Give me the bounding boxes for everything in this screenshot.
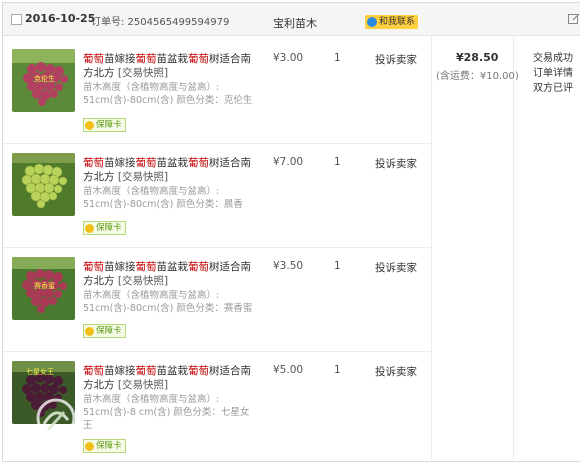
order-item: 赛香蜜 葡萄苗嫁接葡萄苗盆栽葡萄树适合南方北方 [交易快照] 苗木高度（含植物高… xyxy=(3,247,431,351)
review-status: 双方已评 xyxy=(533,83,573,94)
quantity: 1 xyxy=(334,260,341,272)
product-title-link[interactable]: 葡萄苗嫁接葡萄苗盆栽葡萄树适合南方北方 [交易快照] xyxy=(83,364,255,392)
column-divider xyxy=(513,35,514,463)
order-header: 2016-10-25 订单号: 2504565499594979 宝利苗木 和我… xyxy=(3,3,580,36)
product-title-link[interactable]: 葡萄苗嫁接葡萄苗盆栽葡萄树适合南方北方 [交易快照] xyxy=(83,52,255,80)
snapshot-link[interactable]: [交易快照] xyxy=(118,171,168,183)
quantity: 1 xyxy=(334,52,341,64)
product-attributes: 苗木高度（含植物高度与盆高）: 51cm(含)-80cm(含) 颜色分类：赛香蜜 xyxy=(83,290,253,314)
unit-price: ¥7.00 xyxy=(273,156,304,168)
product-attributes: 苗木高度（含植物高度与盆高）: 51cm(含)-80cm(含) 颜色分类：克伦生 xyxy=(83,82,253,106)
order-item: 克伦生 葡萄苗嫁接葡萄苗盆栽葡萄树适合南方北方 [交易快照] 苗木高度（含植物高… xyxy=(3,39,431,143)
thumbnail-caption: 赛香蜜 xyxy=(34,281,55,290)
product-thumbnail[interactable]: 克伦生 xyxy=(12,49,75,112)
column-divider xyxy=(431,35,432,463)
guarantee-badge[interactable]: 保障卡 xyxy=(83,221,126,235)
order-total: ¥28.50 xyxy=(456,51,499,64)
order-card: 2016-10-25 订单号: 2504565499594979 宝利苗木 和我… xyxy=(2,2,580,463)
guarantee-badge[interactable]: 保障卡 xyxy=(83,439,126,453)
complain-seller-link[interactable]: 投诉卖家 xyxy=(375,52,417,67)
order-status: 交易成功 订单详情 双方已评 xyxy=(533,51,573,96)
snapshot-link[interactable]: [交易快照] xyxy=(118,67,168,79)
product-attributes: 苗木高度（含植物高度与盆高）: 51cm(含)-80cm(含) 颜色分类：晨香 xyxy=(83,186,243,210)
quantity: 1 xyxy=(334,156,341,168)
order-detail-link[interactable]: 订单详情 xyxy=(533,66,573,81)
guarantee-badge[interactable]: 保障卡 xyxy=(83,324,126,338)
snapshot-link[interactable]: [交易快照] xyxy=(118,275,168,287)
complain-seller-link[interactable]: 投诉卖家 xyxy=(375,156,417,171)
unit-price: ¥5.00 xyxy=(273,364,304,376)
snapshot-link[interactable]: [交易快照] xyxy=(118,379,168,391)
watermark-logo-icon xyxy=(36,398,76,438)
thumbnail-caption: 七星女王 xyxy=(26,367,54,376)
order-date: 2016-10-25 xyxy=(25,12,96,25)
quantity: 1 xyxy=(334,364,341,376)
product-thumbnail[interactable]: 赛香蜜 xyxy=(12,257,75,320)
unit-price: ¥3.50 xyxy=(273,260,304,272)
product-title-link[interactable]: 葡萄苗嫁接葡萄苗盆栽葡萄树适合南方北方 [交易快照] xyxy=(83,156,255,184)
order-number: 订单号: 2504565499594979 xyxy=(91,17,230,28)
shield-icon xyxy=(85,223,94,233)
complain-seller-link[interactable]: 投诉卖家 xyxy=(375,364,417,379)
trade-status: 交易成功 xyxy=(533,53,573,64)
shield-icon xyxy=(85,441,94,451)
contact-seller-button[interactable]: 和我联系 xyxy=(365,15,419,29)
unit-price: ¥3.00 xyxy=(273,52,304,64)
product-attributes: 苗木高度（含植物高度与盆高）: 51cm(含)-8 cm(含) 颜色分类：七星女… xyxy=(83,394,250,431)
contact-label: 和我联系 xyxy=(379,17,416,27)
chat-icon xyxy=(367,17,377,27)
edit-icon[interactable] xyxy=(568,13,580,25)
guarantee-badge[interactable]: 保障卡 xyxy=(83,118,126,132)
order-item: 葡萄苗嫁接葡萄苗盆栽葡萄树适合南方北方 [交易快照] 苗木高度（含植物高度与盆高… xyxy=(3,143,431,247)
shield-icon xyxy=(85,326,94,336)
product-title-link[interactable]: 葡萄苗嫁接葡萄苗盆栽葡萄树适合南方北方 [交易快照] xyxy=(83,260,255,288)
order-select-checkbox[interactable] xyxy=(11,14,22,25)
complain-seller-link[interactable]: 投诉卖家 xyxy=(375,260,417,275)
shield-icon xyxy=(85,120,94,130)
shipping-fee: (含运费：¥10.00) xyxy=(436,71,519,82)
shop-name-link[interactable]: 宝利苗木 xyxy=(273,15,317,31)
product-thumbnail[interactable] xyxy=(12,153,75,216)
thumbnail-caption: 克伦生 xyxy=(34,74,55,83)
